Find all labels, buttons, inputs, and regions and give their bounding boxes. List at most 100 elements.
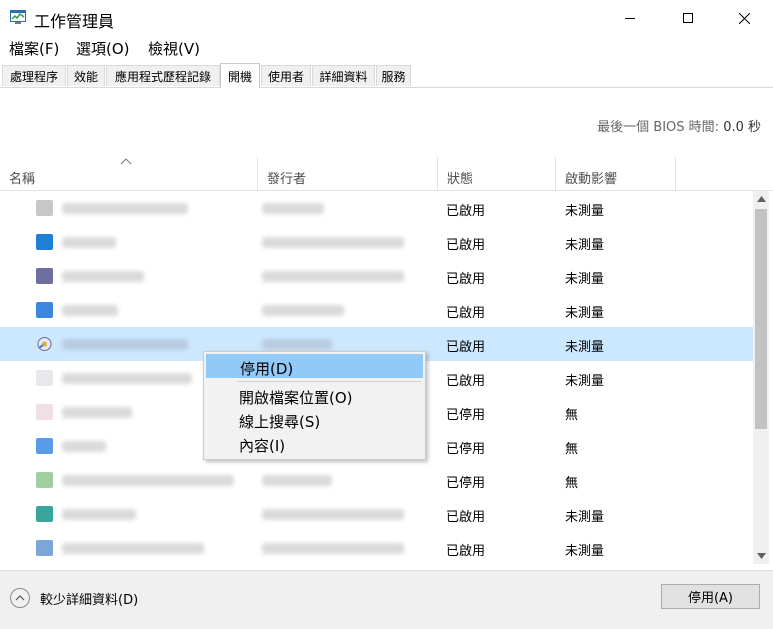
table-row[interactable]: 已啟用 未測量	[0, 225, 753, 259]
app-icon	[36, 268, 53, 284]
table-row[interactable]: 已啟用 未測量	[0, 191, 753, 225]
tab-startup[interactable]: 開機	[220, 63, 260, 88]
redacted-publisher	[262, 339, 332, 350]
scroll-down-button[interactable]	[753, 548, 769, 564]
redacted-name	[62, 339, 188, 350]
status-cell: 已停用	[446, 442, 486, 457]
column-startup-impact[interactable]: 啟動影響	[556, 157, 676, 190]
column-publisher[interactable]: 發行者	[258, 157, 438, 190]
context-menu-properties-label: 內容(I)	[239, 437, 286, 455]
close-button[interactable]	[716, 0, 773, 36]
tab-performance[interactable]: 效能	[67, 65, 105, 86]
context-menu-properties[interactable]: 內容(I)	[206, 432, 423, 456]
redacted-name	[62, 509, 136, 520]
column-publisher-label: 發行者	[267, 172, 307, 187]
column-status-label: 狀態	[447, 172, 474, 187]
tab-details[interactable]: 詳細資料	[312, 65, 375, 86]
tab-strip: 處理程序 效能 應用程式歷程記錄 開機 使用者 詳細資料 服務	[0, 63, 773, 88]
redacted-publisher	[262, 475, 332, 486]
app-icon	[36, 302, 53, 318]
bios-time: 最後一個 BIOS 時間: 0.0 秒	[597, 116, 761, 135]
redacted-name	[62, 441, 106, 452]
table-row[interactable]: 已啟用 未測量	[0, 531, 753, 564]
menu-file[interactable]: 檔案(F)	[9, 38, 59, 59]
menu-view[interactable]: 檢視(V)	[148, 38, 200, 59]
table-row[interactable]: 已啟用 未測量	[0, 259, 753, 293]
task-manager-window: 工作管理員 檔案(F) 選項(O) 檢視(V) 處理程序 效能 應用程式歷程記錄…	[0, 0, 773, 629]
window-title: 工作管理員	[34, 12, 115, 31]
redacted-name	[62, 407, 132, 418]
vertical-scrollbar[interactable]	[753, 191, 769, 564]
maximize-icon	[683, 12, 693, 23]
fewer-details-button[interactable]: 較少詳細資料(D)	[10, 588, 138, 608]
impact-cell: 未測量	[565, 272, 605, 287]
tab-app-history[interactable]: 應用程式歷程記錄	[106, 65, 220, 86]
disable-button[interactable]: 停用(A)	[661, 584, 760, 609]
redacted-name	[62, 475, 234, 486]
redacted-publisher	[262, 237, 404, 248]
redacted-name	[62, 373, 192, 384]
tab-processes[interactable]: 處理程序	[2, 65, 66, 86]
status-cell: 已啟用	[446, 374, 486, 389]
fewer-details-label: 較少詳細資料(D)	[40, 592, 139, 608]
impact-cell: 未測量	[565, 340, 605, 355]
context-menu-separator	[237, 381, 421, 382]
task-manager-icon	[10, 10, 26, 24]
status-cell: 已停用	[446, 408, 486, 423]
context-menu-disable[interactable]: 停用(D)	[206, 354, 423, 378]
status-cell: 已啟用	[446, 238, 486, 253]
tab-services[interactable]: 服務	[376, 65, 411, 86]
app-icon	[36, 438, 53, 454]
minimize-button[interactable]	[602, 0, 659, 36]
scrollbar-thumb[interactable]	[755, 209, 767, 429]
scroll-down-icon	[756, 553, 766, 559]
impact-cell: 無	[565, 442, 579, 457]
redacted-publisher	[262, 543, 404, 554]
app-icon	[36, 234, 53, 250]
tab-users[interactable]: 使用者	[261, 65, 311, 86]
impact-cell: 無	[565, 408, 579, 423]
title-bar: 工作管理員	[0, 0, 773, 36]
scroll-up-button[interactable]	[753, 191, 769, 207]
redacted-name	[62, 203, 188, 214]
impact-cell: 未測量	[565, 238, 605, 253]
redacted-name	[62, 543, 204, 554]
redacted-publisher	[262, 305, 344, 316]
status-cell: 已停用	[446, 476, 486, 491]
scroll-up-icon	[756, 196, 766, 202]
redacted-name	[62, 305, 118, 316]
column-header: 名稱 發行者 狀態 啟動影響	[0, 157, 773, 191]
context-menu-search-online[interactable]: 線上搜尋(S)	[206, 408, 423, 432]
app-icon	[36, 370, 53, 386]
table-row[interactable]: 已停用 無	[0, 463, 753, 497]
sort-ascending-icon	[120, 158, 132, 165]
context-menu-open-file-location[interactable]: 開啟檔案位置(O)	[206, 384, 423, 408]
status-cell: 已啟用	[446, 272, 486, 287]
column-status[interactable]: 狀態	[438, 157, 556, 190]
status-cell: 已啟用	[446, 340, 486, 355]
menu-bar: 檔案(F) 選項(O) 檢視(V)	[0, 36, 773, 60]
impact-cell: 未測量	[565, 306, 605, 321]
status-cell: 已啟用	[446, 544, 486, 559]
redacted-name	[62, 237, 116, 248]
impact-cell: 未測量	[565, 204, 605, 219]
impact-cell: 未測量	[565, 374, 605, 389]
app-icon	[36, 404, 53, 420]
redacted-publisher	[262, 203, 324, 214]
redacted-publisher	[262, 271, 404, 282]
table-row[interactable]: 已啟用 未測量	[0, 497, 753, 531]
bios-time-label: 最後一個 BIOS 時間:	[597, 120, 720, 135]
context-menu-open-file-location-label: 開啟檔案位置(O)	[239, 389, 353, 407]
maximize-button[interactable]	[660, 0, 717, 36]
footer-bar: 較少詳細資料(D) 停用(A)	[0, 570, 773, 629]
column-startup-impact-label: 啟動影響	[565, 172, 618, 187]
app-icon	[36, 506, 53, 522]
app-icon	[36, 472, 53, 488]
app-icon	[36, 540, 53, 556]
table-row[interactable]: 已啟用 未測量	[0, 293, 753, 327]
status-cell: 已啟用	[446, 306, 486, 321]
menu-options[interactable]: 選項(O)	[76, 38, 130, 59]
column-name[interactable]: 名稱	[0, 157, 258, 190]
chevron-up-icon	[10, 588, 30, 608]
status-cell: 已啟用	[446, 204, 486, 219]
